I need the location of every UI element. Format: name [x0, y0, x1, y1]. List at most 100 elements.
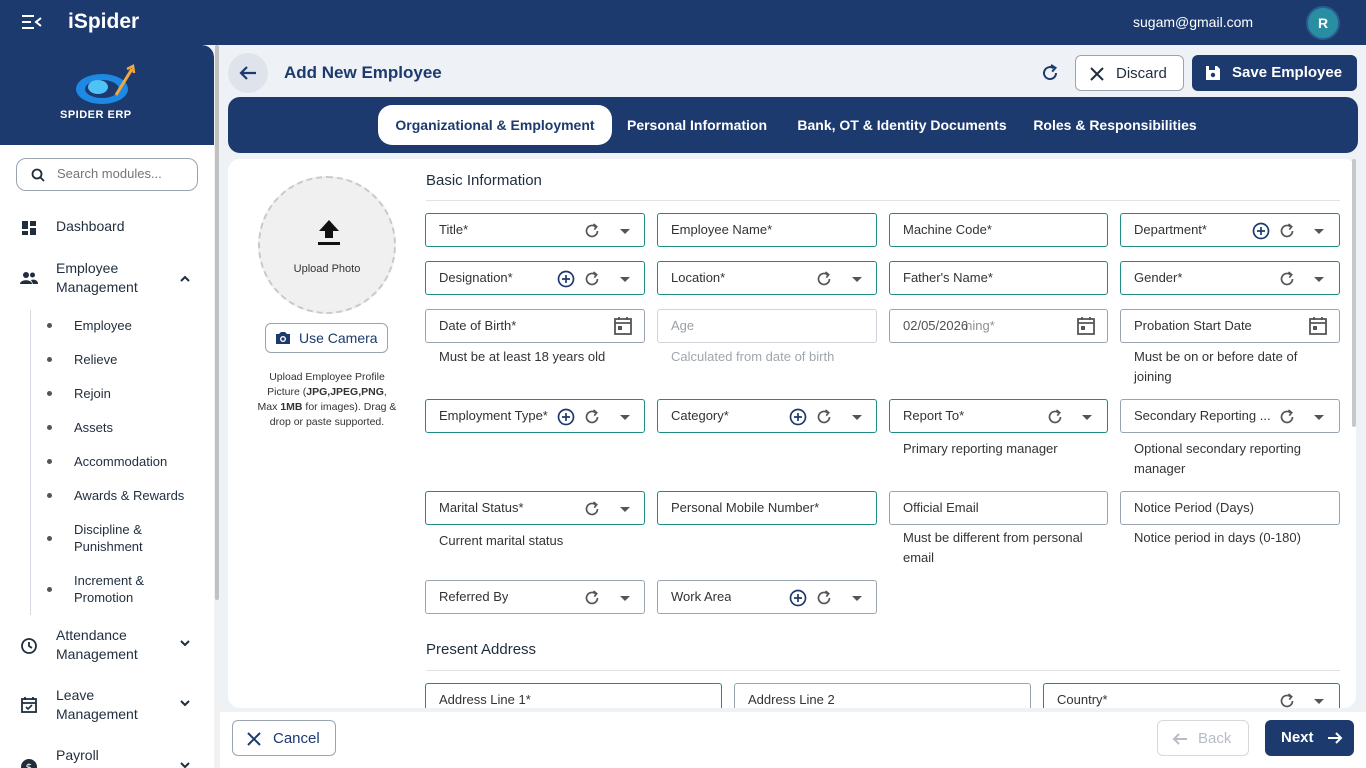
dropdown-arrow-icon[interactable]: [1310, 408, 1328, 426]
add-circle-icon[interactable]: [1252, 222, 1270, 240]
dropdown-arrow-icon[interactable]: [616, 270, 634, 288]
refresh-icon[interactable]: [583, 500, 601, 518]
refresh-icon[interactable]: [583, 270, 601, 288]
fathers-name-field[interactable]: Father's Name*: [889, 261, 1108, 295]
calendar-icon[interactable]: [1308, 316, 1328, 336]
tab-organizational-employment[interactable]: Organizational & Employment: [378, 105, 612, 145]
date-of-joining-field[interactable]: 02/05/2026 Date of Joining*: [889, 309, 1108, 343]
dropdown-arrow-icon[interactable]: [616, 222, 634, 240]
logo: SPIDER ERP: [0, 45, 214, 145]
menu-collapse-icon[interactable]: [22, 14, 42, 30]
sidebar-subitem-employee[interactable]: Employee: [0, 317, 204, 335]
sidebar-item-employee-management[interactable]: Employee Management: [0, 258, 204, 298]
upload-photo-dropzone[interactable]: Upload Photo: [258, 176, 396, 314]
discard-button[interactable]: Discard: [1075, 55, 1184, 91]
dropdown-arrow-icon[interactable]: [1310, 222, 1328, 240]
add-circle-icon[interactable]: [557, 270, 575, 288]
refresh-icon[interactable]: [1278, 270, 1296, 288]
sidebar-subitem-discipline[interactable]: Discipline & Punishment: [0, 521, 204, 557]
dropdown-arrow-icon[interactable]: [616, 408, 634, 426]
sidebar-item-payroll[interactable]: $ Payroll: [0, 746, 204, 768]
work-area-select[interactable]: Work Area: [657, 580, 877, 614]
refresh-icon[interactable]: [815, 408, 833, 426]
referred-by-select[interactable]: Referred By: [425, 580, 645, 614]
dropdown-arrow-icon[interactable]: [1310, 270, 1328, 288]
dropdown-arrow-icon[interactable]: [848, 270, 866, 288]
marital-status-select[interactable]: Marital Status*: [425, 491, 645, 525]
tab-bank-ot-identity[interactable]: Bank, OT & Identity Documents: [788, 105, 1016, 145]
top-bar: iSpider sugam@gmail.com R: [0, 0, 1366, 45]
sidebar-subitem-accommodation[interactable]: Accommodation: [0, 453, 204, 471]
official-email-field[interactable]: Official Email: [889, 491, 1108, 525]
address-line-2-field[interactable]: Address Line 2: [734, 683, 1031, 708]
refresh-icon[interactable]: [583, 408, 601, 426]
date-of-birth-field[interactable]: Date of Birth*: [425, 309, 645, 343]
department-select[interactable]: Department*: [1120, 213, 1340, 247]
add-circle-icon[interactable]: [557, 408, 575, 426]
sidebar-subitem-relieve[interactable]: Relieve: [0, 351, 204, 369]
chevron-down-icon: [180, 640, 190, 647]
sidebar-item-attendance[interactable]: Attendance Management: [0, 626, 204, 666]
search-icon: [31, 168, 45, 182]
employee-name-field[interactable]: Employee Name*: [657, 213, 877, 247]
section-title-present-address: Present Address: [426, 641, 537, 658]
sidebar-subitem-awards[interactable]: Awards & Rewards: [0, 487, 204, 505]
refresh-icon[interactable]: [583, 589, 601, 607]
sidebar-item-dashboard[interactable]: Dashboard: [0, 217, 204, 237]
avatar[interactable]: R: [1306, 6, 1340, 40]
sidebar-item-leave[interactable]: Leave Management: [0, 686, 204, 726]
bullet: [47, 459, 52, 464]
refresh-icon[interactable]: [1046, 408, 1064, 426]
search-input[interactable]: [57, 166, 187, 181]
arrow-left-icon: [1172, 733, 1187, 745]
refresh-icon[interactable]: [1040, 63, 1060, 83]
notice-period-field[interactable]: Notice Period (Days): [1120, 491, 1340, 525]
refresh-icon[interactable]: [815, 589, 833, 607]
employment-type-select[interactable]: Employment Type*: [425, 399, 645, 433]
next-label: Next: [1281, 729, 1314, 746]
content-scrollbar-thumb[interactable]: [1352, 159, 1356, 427]
sidebar-subitem-assets[interactable]: Assets: [0, 419, 204, 437]
dropdown-arrow-icon[interactable]: [848, 408, 866, 426]
refresh-icon[interactable]: [1278, 222, 1296, 240]
report-to-hint: Primary reporting manager: [903, 441, 1058, 456]
refresh-icon[interactable]: [583, 222, 601, 240]
cancel-button[interactable]: Cancel: [232, 720, 336, 756]
tab-roles-responsibilities[interactable]: Roles & Responsibilities: [1028, 105, 1202, 145]
personal-mobile-field[interactable]: Personal Mobile Number*: [657, 491, 877, 525]
address-line-1-field[interactable]: Address Line 1*: [425, 683, 722, 708]
title-select[interactable]: Title*: [425, 213, 645, 247]
add-circle-icon[interactable]: [789, 408, 807, 426]
location-select[interactable]: Location*: [657, 261, 877, 295]
machine-code-field[interactable]: Machine Code*: [889, 213, 1108, 247]
tab-personal-information[interactable]: Personal Information: [618, 105, 776, 145]
calendar-icon[interactable]: [613, 316, 633, 336]
dropdown-arrow-icon[interactable]: [1310, 692, 1328, 710]
category-select[interactable]: Category*: [657, 399, 877, 433]
dropdown-arrow-icon[interactable]: [1078, 408, 1096, 426]
module-search[interactable]: [16, 158, 198, 191]
probation-start-date-field[interactable]: Probation Start Date: [1120, 309, 1340, 343]
use-camera-button[interactable]: Use Camera: [265, 323, 388, 353]
secondary-reporting-select[interactable]: Secondary Reporting ...: [1120, 399, 1340, 433]
back-button[interactable]: Back: [1157, 720, 1249, 756]
back-arrow-button[interactable]: [228, 53, 268, 93]
country-select[interactable]: Country*: [1043, 683, 1340, 708]
dropdown-arrow-icon[interactable]: [848, 589, 866, 607]
sidebar-scrollbar-thumb[interactable]: [215, 45, 219, 600]
sidebar-subitem-rejoin[interactable]: Rejoin: [0, 385, 204, 403]
designation-select[interactable]: Designation*: [425, 261, 645, 295]
dropdown-arrow-icon[interactable]: [616, 589, 634, 607]
add-circle-icon[interactable]: [789, 589, 807, 607]
gender-select[interactable]: Gender*: [1120, 261, 1340, 295]
sidebar-subitem-increment[interactable]: Increment & Promotion: [0, 572, 204, 608]
refresh-icon[interactable]: [1278, 408, 1296, 426]
refresh-icon[interactable]: [815, 270, 833, 288]
calendar-icon[interactable]: [1076, 316, 1096, 336]
marital-status-hint: Current marital status: [439, 533, 564, 548]
next-button[interactable]: Next: [1265, 720, 1354, 756]
dropdown-arrow-icon[interactable]: [616, 500, 634, 518]
refresh-icon[interactable]: [1278, 692, 1296, 710]
report-to-select[interactable]: Report To*: [889, 399, 1108, 433]
save-employee-button[interactable]: Save Employee: [1192, 55, 1357, 91]
